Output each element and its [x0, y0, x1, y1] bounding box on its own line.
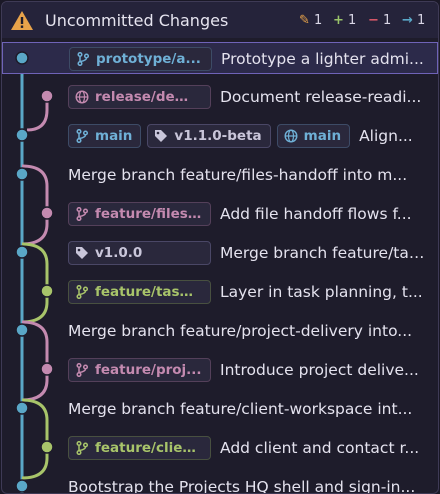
commit-dot[interactable]	[40, 284, 54, 298]
commit-dot[interactable]	[15, 479, 29, 493]
commit-dot[interactable]	[15, 401, 29, 415]
commit-dot[interactable]	[15, 323, 29, 337]
commit-dot[interactable]	[15, 167, 29, 181]
commit-dot[interactable]	[40, 89, 54, 103]
commit-dot[interactable]	[15, 128, 29, 142]
commit-dot[interactable]	[40, 440, 54, 454]
commit-dot[interactable]	[40, 362, 54, 376]
commit-dot[interactable]	[40, 206, 54, 220]
commit-graph-panel: Uncommitted Changes ✎ 1 +1 −1 → 1 prototyp…	[1, 1, 439, 494]
commit-dot[interactable]	[15, 245, 29, 259]
commit-dot[interactable]	[15, 51, 29, 65]
commit-dots	[15, 51, 54, 493]
